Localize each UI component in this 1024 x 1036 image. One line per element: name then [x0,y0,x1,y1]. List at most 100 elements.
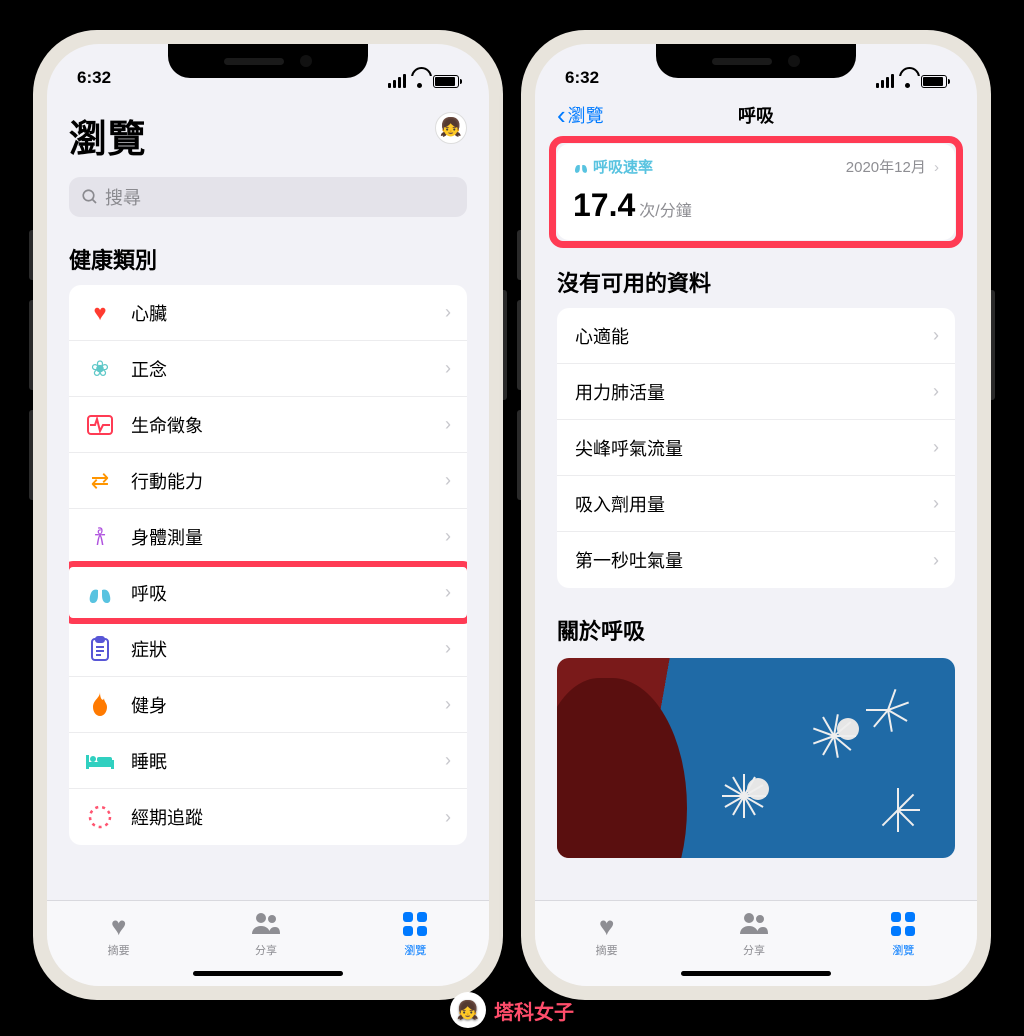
category-list: ♥ 心臟 › ❀ 正念 › 生命徵象 › ⇄ [69,285,467,845]
clipboard-icon [85,634,115,664]
screen-browse: 6:32 瀏覽 👧 搜尋 健康類別 ♥ 心 [47,44,489,986]
home-indicator[interactable] [681,971,831,976]
screen-respiratory: 6:32 ‹ 瀏覽 呼吸 [535,44,977,986]
page-title: 瀏覽 [69,108,146,163]
chevron-right-icon: › [934,159,939,176]
home-indicator[interactable] [193,971,343,976]
search-placeholder: 搜尋 [105,184,141,210]
category-label: 心臟 [131,300,445,326]
rate-label-row: 呼吸速率 [573,156,653,177]
category-label: 身體測量 [131,524,445,550]
search-icon [81,188,99,206]
section-header-categories: 健康類別 [69,243,467,275]
list-item[interactable]: 第一秒吐氣量 › [557,532,955,588]
back-label: 瀏覽 [568,102,604,128]
category-label: 健身 [131,692,445,718]
heart-icon: ♥ [111,911,126,939]
cellular-icon [388,74,406,88]
item-label: 心適能 [575,323,933,349]
search-input[interactable]: 搜尋 [69,177,467,217]
respiratory-rate-card[interactable]: 呼吸速率 2020年12月 › 17.4 次/分鐘 [557,144,955,240]
list-item[interactable]: 心適能 › [557,308,955,364]
chevron-right-icon: › [445,358,451,379]
category-row-vitals[interactable]: 生命徵象 › [69,397,467,453]
tab-share[interactable]: 分享 [251,911,281,958]
list-item[interactable]: 吸入劑用量 › [557,476,955,532]
chevron-right-icon: › [445,526,451,547]
tab-browse[interactable]: 瀏覽 [890,911,916,958]
tab-label: 瀏覽 [404,942,426,958]
chevron-right-icon: › [445,414,451,435]
category-row-symptoms[interactable]: 症狀 › [69,621,467,677]
chevron-right-icon: › [933,381,939,402]
wifi-icon [899,75,916,88]
rate-unit: 次/分鐘 [639,197,691,221]
flame-icon [85,690,115,720]
chevron-left-icon: ‹ [557,100,566,131]
tab-summary[interactable]: ♥ 摘要 [108,911,130,958]
notch [168,44,368,78]
mindfulness-icon: ❀ [85,354,115,384]
chevron-right-icon: › [445,470,451,491]
tab-share[interactable]: 分享 [739,911,769,958]
cycle-icon [85,802,115,832]
body-icon: 𐀪 [85,522,115,552]
tab-label: 分享 [255,942,277,958]
category-label: 經期追蹤 [131,804,445,830]
vitals-icon [85,410,115,440]
list-item[interactable]: 用力肺活量 › [557,364,955,420]
heart-icon: ♥ [599,911,614,939]
category-row-fitness[interactable]: 健身 › [69,677,467,733]
tab-summary[interactable]: ♥ 摘要 [596,911,618,958]
heart-icon: ♥ [85,298,115,328]
grid-icon [890,911,916,939]
category-label: 行動能力 [131,468,445,494]
chevron-right-icon: › [933,550,939,571]
profile-avatar[interactable]: 👧 [435,112,467,144]
tab-browse[interactable]: 瀏覽 [402,911,428,958]
cellular-icon [876,74,894,88]
nav-bar: ‹ 瀏覽 呼吸 [557,92,955,138]
battery-icon [921,75,947,88]
battery-icon [433,75,459,88]
lungs-icon [573,160,589,174]
tab-label: 瀏覽 [892,942,914,958]
back-button[interactable]: ‹ 瀏覽 [557,100,604,131]
chevron-right-icon: › [445,807,451,828]
category-row-respiratory[interactable]: 呼吸 › [69,565,467,621]
rate-date: 2020年12月 › [846,156,939,177]
people-icon [739,911,769,939]
about-illustration[interactable] [557,658,955,858]
tab-label: 摘要 [596,942,618,958]
chevron-right-icon: › [445,750,451,771]
mobility-icon: ⇄ [85,466,115,496]
grid-icon [402,911,428,939]
category-row-sleep[interactable]: 睡眠 › [69,733,467,789]
chevron-right-icon: › [445,302,451,323]
tab-label: 分享 [743,942,765,958]
phone-frame-left: 6:32 瀏覽 👧 搜尋 健康類別 ♥ 心 [33,30,503,1000]
category-row-cycle[interactable]: 經期追蹤 › [69,789,467,845]
nav-title: 呼吸 [738,102,774,128]
list-item[interactable]: 尖峰呼氣流量 › [557,420,955,476]
category-label: 睡眠 [131,748,445,774]
chevron-right-icon: › [933,437,939,458]
status-icons [388,74,459,88]
category-row-heart[interactable]: ♥ 心臟 › [69,285,467,341]
item-label: 尖峰呼氣流量 [575,435,933,461]
status-icons [876,74,947,88]
category-label: 生命徵象 [131,412,445,438]
category-row-mobility[interactable]: ⇄ 行動能力 › [69,453,467,509]
category-row-body[interactable]: 𐀪 身體測量 › [69,509,467,565]
chevron-right-icon: › [933,493,939,514]
chevron-right-icon: › [445,582,451,603]
bed-icon [85,746,115,776]
tab-label: 摘要 [108,942,130,958]
lungs-icon [85,578,115,608]
category-label: 正念 [131,356,445,382]
watermark-avatar-icon: 👧 [450,992,486,1028]
watermark-text: 塔科女子 [494,996,574,1025]
status-time: 6:32 [77,68,111,88]
chevron-right-icon: › [445,694,451,715]
category-row-mindfulness[interactable]: ❀ 正念 › [69,341,467,397]
